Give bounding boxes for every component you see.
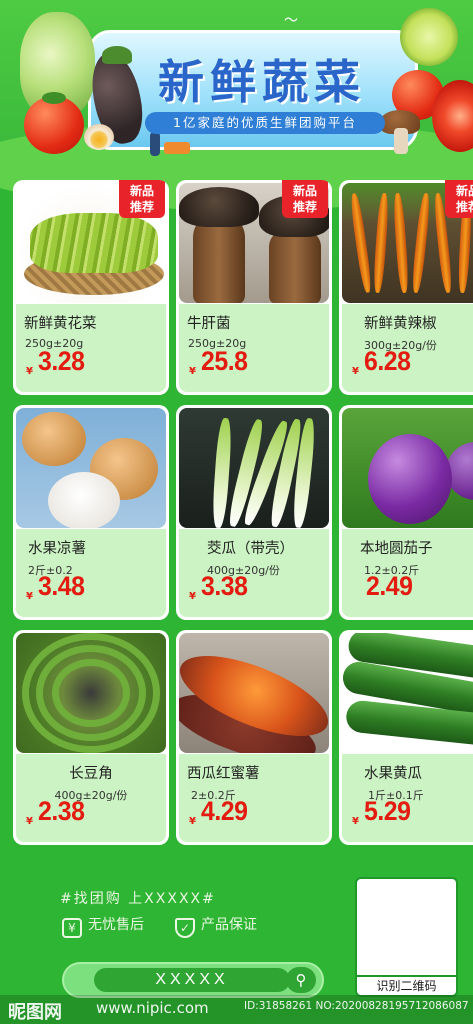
qr-code-placeholder[interactable]: [355, 877, 458, 989]
product-card[interactable]: 茭瓜（带壳） 400g±20g/份 ¥ 3.38: [176, 405, 332, 620]
quality-assurance: ✓ 产品保证: [175, 914, 257, 938]
currency-symbol: ¥: [189, 366, 196, 377]
bean-ring-shape: [52, 659, 130, 727]
product-name: 水果凉薯: [28, 541, 86, 557]
search-icon[interactable]: ⚲: [286, 967, 316, 993]
search-box: ⚲: [62, 962, 324, 998]
product-name: 水果黄瓜: [364, 766, 422, 782]
product-price: 4.29: [201, 796, 248, 826]
product-info: 水果凉薯 2斤±0.2 ¥ 3.48: [16, 529, 166, 617]
product-name: 牛肝菌: [187, 316, 231, 332]
product-card[interactable]: 西瓜红蜜薯 2±0.2斤 ¥ 4.29: [176, 630, 332, 845]
product-info: 牛肝菌 250g±20g ¥ 25.8: [179, 304, 329, 392]
eggplant-stem-illustration: [102, 46, 132, 64]
product-price: 3.28: [38, 346, 85, 376]
watermark-logo: 昵图网: [8, 1002, 62, 1023]
product-price: 3.48: [38, 571, 85, 601]
product-info: 西瓜红蜜薯 2±0.2斤 ¥ 4.29: [179, 754, 329, 842]
currency-symbol: ¥: [26, 816, 33, 827]
currency-symbol: ¥: [26, 366, 33, 377]
product-name: 长豆角: [69, 766, 113, 782]
product-info: 本地圆茄子 1.2±0.2斤 2.49: [342, 529, 473, 617]
qr-code-label: 识别二维码: [355, 975, 458, 997]
page-subtitle: 1亿家庭的优质生鲜团购平台: [145, 112, 385, 134]
cap-shape: [179, 187, 259, 227]
stem-shape: [269, 233, 321, 303]
product-info: 水果黄瓜 1斤±0.1斤 ¥ 5.29: [342, 754, 473, 842]
product-photo: [179, 633, 329, 753]
beans-shape: [30, 213, 158, 273]
lime-illustration: [400, 8, 458, 66]
turnip-shape: [22, 412, 86, 466]
product-name: 茭瓜（带壳）: [207, 541, 294, 557]
product-name: 新鲜黄花菜: [24, 316, 97, 332]
watermark-url: www.nipic.com: [96, 999, 209, 1017]
group-buy-text: #找团购 上XXXXX#: [60, 891, 216, 907]
product-card[interactable]: 新品推荐 新鲜黄辣椒 300g±20g/份 ¥ 6.28: [339, 180, 473, 395]
mushroom-stem-illustration: [394, 128, 408, 154]
product-name: 本地圆茄子: [360, 541, 433, 557]
stem-shape: [193, 221, 245, 303]
shield-check-icon: ✓: [175, 918, 195, 938]
product-info: 新鲜黄辣椒 300g±20g/份 ¥ 6.28: [342, 304, 473, 392]
product-info: 茭瓜（带壳） 400g±20g/份 ¥ 3.38: [179, 529, 329, 617]
product-price: 5.29: [364, 796, 411, 826]
egg-illustration: [84, 124, 114, 150]
header-banner: 〜 新鲜蔬菜 1亿家庭的优质生鲜团购平台: [0, 0, 473, 210]
product-photo: [342, 408, 473, 528]
assurance-label: 产品保证: [201, 917, 257, 933]
after-sales-assurance: ¥ 无忧售后: [62, 914, 144, 938]
product-price: 6.28: [364, 346, 411, 376]
product-card[interactable]: 新品 推荐 牛肝菌 250g±20g ¥ 25.8: [176, 180, 332, 395]
product-photo: [16, 633, 166, 753]
currency-symbol: ¥: [352, 366, 359, 377]
product-info: 长豆角 400g±20g/份 ¥ 2.38: [16, 754, 166, 842]
product-name: 西瓜红蜜薯: [187, 766, 260, 782]
product-card[interactable]: 新品 推荐 新鲜黄花菜 250g±20g ¥ 3.28: [13, 180, 169, 395]
product-photo: [179, 408, 329, 528]
currency-symbol: ¥: [189, 591, 196, 602]
person-figure: [150, 132, 160, 156]
search-input[interactable]: [94, 968, 290, 992]
product-price: 2.38: [38, 796, 85, 826]
tomato-illustration: [24, 96, 84, 154]
currency-symbol: ¥: [352, 816, 359, 827]
product-price: 25.8: [201, 346, 248, 376]
eggplant-shape: [368, 434, 452, 524]
cart-person-illustration: [146, 132, 196, 158]
cart-figure: [164, 142, 190, 154]
product-card[interactable]: 长豆角 400g±20g/份 ¥ 2.38: [13, 630, 169, 845]
product-price: 3.38: [201, 571, 248, 601]
product-photo: [16, 408, 166, 528]
product-info: 新鲜黄花菜 250g±20g ¥ 3.28: [16, 304, 166, 392]
tomato-leaf-illustration: [42, 92, 66, 104]
assurance-label: 无忧售后: [88, 917, 144, 933]
new-badge: 新品推荐: [445, 180, 473, 218]
product-card[interactable]: 本地圆茄子 1.2±0.2斤 2.49: [339, 405, 473, 620]
product-price: 2.49: [366, 571, 413, 601]
product-name: 新鲜黄辣椒: [364, 316, 437, 332]
new-badge: 新品推荐: [282, 180, 328, 218]
currency-symbol: ¥: [189, 816, 196, 827]
product-card[interactable]: 水果黄瓜 1斤±0.1斤 ¥ 5.29: [339, 630, 473, 845]
bird-icon: 〜: [284, 13, 298, 29]
new-badge: 新品推荐: [119, 180, 165, 218]
product-card[interactable]: 水果凉薯 2斤±0.2 ¥ 3.48: [13, 405, 169, 620]
product-photo: [342, 633, 473, 753]
watermark-id: ID:31858261 NO:20200828195712086087: [244, 1000, 469, 1012]
currency-symbol: ¥: [26, 591, 33, 602]
turnip-shape: [48, 472, 120, 528]
promo-poster: 〜 新鲜蔬菜 1亿家庭的优质生鲜团购平台 新品 推荐 新鲜黄花菜 250g±20g…: [0, 0, 473, 1024]
yen-icon: ¥: [62, 918, 82, 938]
page-title: 新鲜蔬菜: [158, 55, 366, 109]
